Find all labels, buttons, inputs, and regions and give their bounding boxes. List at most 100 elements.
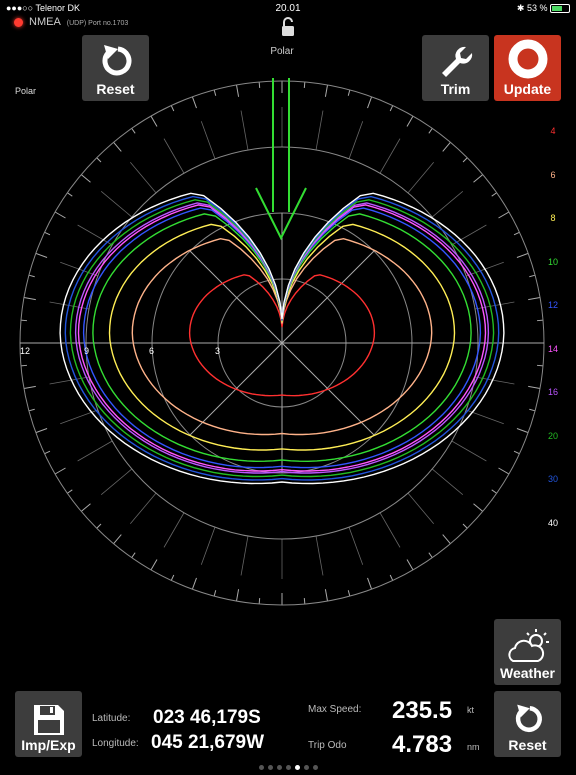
bearing-tick <box>406 115 414 127</box>
bearing-tick <box>498 467 510 475</box>
ring-label-6: 6 <box>149 346 155 356</box>
bearing-spoke <box>315 535 324 576</box>
bearing-tick <box>35 252 48 258</box>
bearing-spoke <box>200 527 216 565</box>
bearing-tick <box>20 364 28 367</box>
bearing-tick <box>367 577 373 590</box>
max-speed-label: Max Speed: <box>308 704 362 715</box>
bearing-tick <box>462 523 468 529</box>
bearing-tick <box>473 174 484 183</box>
bearing-spoke <box>77 440 113 462</box>
speed-legend-item: 6 <box>550 169 556 180</box>
ring-label-3: 3 <box>215 346 221 356</box>
speed-legend-item: 10 <box>547 256 558 267</box>
bearing-tick <box>131 128 136 134</box>
bearing-tick <box>23 385 36 389</box>
bearing-tick <box>44 450 51 455</box>
bearing-tick <box>498 211 510 219</box>
bearing-spoke <box>200 121 216 159</box>
bearing-tick <box>491 489 497 494</box>
bearing-tick <box>516 428 529 434</box>
bearing-spoke <box>100 468 133 496</box>
bearing-tick <box>20 319 28 322</box>
speed-legend-item: 14 <box>547 343 558 354</box>
bearing-tick <box>191 577 197 590</box>
weather-button[interactable]: Weather <box>494 619 561 685</box>
speed-legend-item: 30 <box>547 474 558 484</box>
bearing-tick <box>528 297 541 301</box>
reset-icon <box>515 704 542 732</box>
bearing-spoke <box>379 138 401 174</box>
max-speed-value: 235.5 <box>392 697 453 724</box>
bearing-tick <box>442 534 451 545</box>
longitude-label: Longitude: <box>92 738 139 749</box>
bearing-spoke <box>163 138 185 174</box>
bearing-tick <box>80 174 91 183</box>
bearing-tick <box>367 96 373 109</box>
bearing-tick <box>170 574 175 581</box>
bearing-tick <box>536 319 544 322</box>
bearing-tick <box>113 534 122 545</box>
bearing-tick <box>303 597 306 605</box>
max-speed-unit: kt <box>467 705 475 715</box>
bearing-spoke <box>100 190 133 218</box>
trip-odo-value: 4.783 <box>392 731 453 758</box>
bearing-tick <box>236 84 240 97</box>
bearing-tick <box>303 81 306 89</box>
speed-legend-item: 20 <box>547 430 558 441</box>
bearing-spoke <box>240 110 249 151</box>
bearing-spoke <box>431 190 464 218</box>
bearing-spoke <box>315 110 324 151</box>
bearing-spoke <box>407 492 435 525</box>
weather-cloud-sun-icon <box>507 629 549 662</box>
bearing-tick <box>191 96 197 109</box>
bearing-tick <box>324 589 328 602</box>
bearing-tick <box>213 590 217 597</box>
bearing-tick <box>170 105 175 112</box>
bearing-tick <box>536 364 544 367</box>
speed-legend-item: 16 <box>547 387 558 397</box>
bearing-tick <box>131 552 136 558</box>
latitude-value: 023 46,179S <box>153 707 261 728</box>
bearing-spoke <box>129 492 157 525</box>
bearing-tick <box>389 105 394 112</box>
bearing-spoke <box>451 440 487 462</box>
bearing-tick <box>54 467 66 475</box>
bearing-tick <box>473 503 484 512</box>
bearing-tick <box>462 157 468 163</box>
speed-legend-item: 4 <box>550 126 556 136</box>
bearing-tick <box>258 81 261 89</box>
bearing-tick <box>67 192 73 197</box>
bearing-tick <box>23 297 36 301</box>
speed-legend-item: 40 <box>547 517 558 528</box>
bearing-tick <box>150 115 158 127</box>
page-indicator[interactable] <box>0 757 576 775</box>
bearing-spoke <box>129 161 157 194</box>
bearing-tick <box>28 274 35 278</box>
bearing-tick <box>347 590 351 597</box>
bearing-tick <box>516 252 529 258</box>
bearing-tick <box>491 192 497 197</box>
bearing-tick <box>35 428 48 434</box>
bearing-tick <box>44 231 51 236</box>
speed-legend-item: 8 <box>550 213 556 223</box>
bearing-spoke <box>240 535 249 576</box>
bearing-tick <box>428 552 433 558</box>
reset-bottom-button[interactable]: Reset <box>494 691 561 757</box>
bearing-spoke <box>163 512 185 548</box>
bearing-tick <box>150 559 158 571</box>
bearing-tick <box>28 408 35 412</box>
bearing-tick <box>213 89 217 96</box>
polar-diagram <box>19 78 545 606</box>
bearing-tick <box>513 450 520 455</box>
bearing-tick <box>347 89 351 96</box>
bearing-tick <box>236 589 240 602</box>
bearing-tick <box>96 523 102 529</box>
bearing-spoke <box>431 468 464 496</box>
bearing-tick <box>113 141 122 152</box>
bearing-spoke <box>348 121 364 159</box>
imp-exp-button[interactable]: Imp/Exp <box>15 691 82 757</box>
bearing-tick <box>406 559 414 571</box>
latitude-label: Latitude: <box>92 713 131 724</box>
bearing-spoke <box>407 161 435 194</box>
